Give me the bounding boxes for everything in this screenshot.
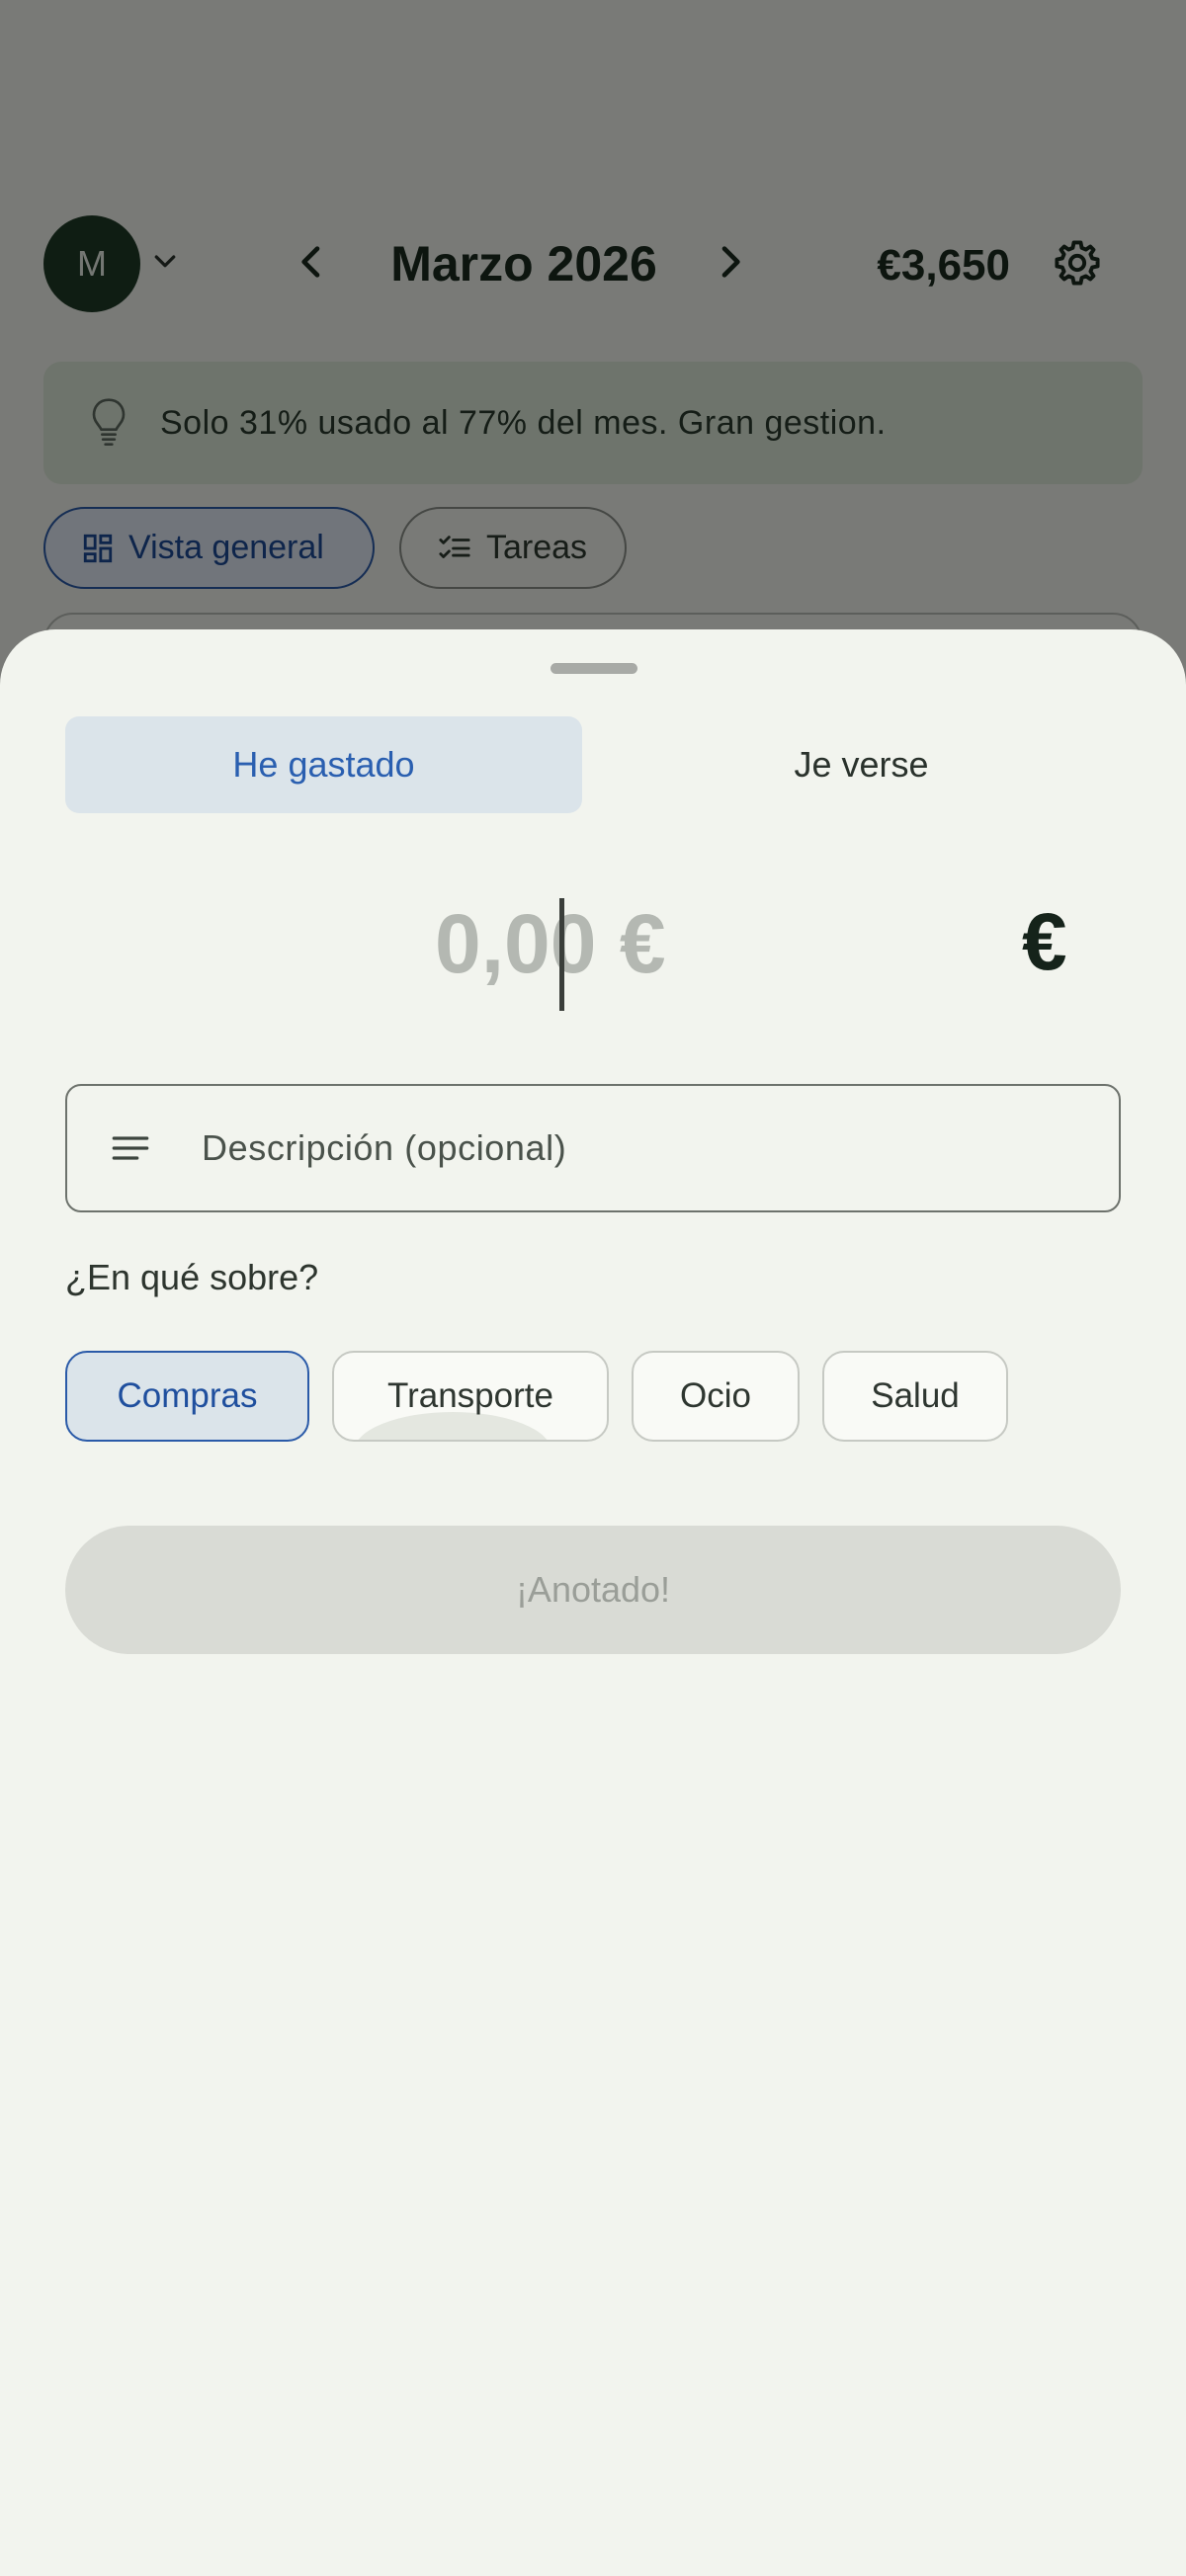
tab-spent[interactable]: He gastado [65, 716, 582, 813]
category-chip-ocio[interactable]: Ocio [632, 1351, 800, 1442]
amount-row: 0,00 € € [0, 896, 1186, 1015]
amount-input[interactable]: 0,00 € [435, 896, 666, 992]
drag-handle[interactable] [551, 663, 637, 674]
category-chip-transporte[interactable]: Transporte [332, 1351, 609, 1442]
description-placeholder: Descripción (opcional) [202, 1127, 567, 1168]
text-caret [559, 898, 564, 1011]
add-transaction-sheet: He gastado Je verse 0,00 € € Descripción… [0, 629, 1186, 2576]
category-chip-label: Salud [871, 1376, 960, 1415]
category-chip-salud[interactable]: Salud [822, 1351, 1008, 1442]
category-chip-compras[interactable]: Compras [65, 1351, 309, 1442]
lines-icon [112, 1136, 149, 1160]
category-chip-label: Ocio [680, 1376, 751, 1415]
category-chip-label: Compras [117, 1376, 258, 1415]
description-field[interactable]: Descripción (opcional) [65, 1084, 1121, 1212]
category-chip-label: Transporte [387, 1376, 553, 1415]
category-question: ¿En qué sobre? [65, 1257, 319, 1297]
submit-button[interactable]: ¡Anotado! [65, 1526, 1121, 1654]
currency-symbol[interactable]: € [1022, 896, 1067, 989]
touch-ripple [354, 1412, 551, 1440]
tab-earned[interactable]: Je verse [603, 716, 1120, 813]
